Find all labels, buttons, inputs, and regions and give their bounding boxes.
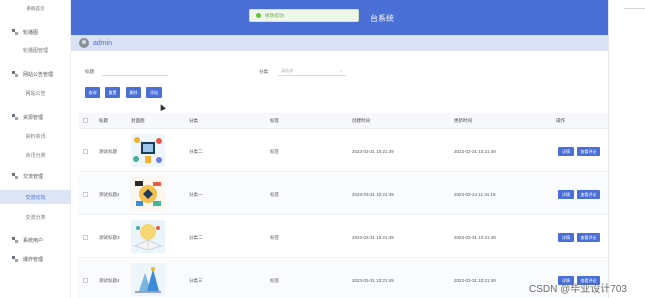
cover-image <box>131 263 165 296</box>
user-name[interactable]: admin <box>93 40 112 47</box>
column-header: 标题 <box>99 118 108 123</box>
row-checkbox[interactable] <box>83 235 88 240</box>
row-category: 分类二 <box>189 235 203 240</box>
sidebar-group-notice[interactable]: 网站公告管理 <box>0 67 71 81</box>
table-header: 标题 封面图 分类 标签 创建时间 更新时间 操作 <box>79 113 608 129</box>
sidebar-item-label: 系统用户 <box>23 237 44 244</box>
row-title: 测试标题 <box>99 149 117 154</box>
row-tag: 标签 <box>270 235 279 240</box>
table-row: 测试标题2 分类一 标签 2023-03-31 10:21:49 2023-03… <box>79 173 608 215</box>
column-header: 创建时间 <box>352 118 370 123</box>
reset-button[interactable]: 重置 <box>105 87 120 98</box>
sidebar-item-carousel-manage[interactable]: 轮播图管理 <box>0 43 71 57</box>
avatar[interactable] <box>79 38 89 48</box>
row-created-time: 2023-03-31 10:21:49 <box>352 235 394 240</box>
table-row: 测试标题 分类二 标签 2023-03-31 10:21:49 2023-03-… <box>79 130 608 172</box>
menu-grid-icon <box>12 256 18 262</box>
sidebar-group-exchange[interactable]: 交流管理 <box>0 169 71 183</box>
row-category: 分类二 <box>189 149 203 154</box>
category-label: 分类: <box>259 69 270 74</box>
column-header: 标签 <box>270 118 279 123</box>
menu-grid-icon <box>12 173 18 179</box>
toast-message: 修改成功! <box>265 12 285 18</box>
sidebar-item-notice[interactable]: 网站公告 <box>0 86 71 100</box>
row-tag: 标签 <box>270 149 279 154</box>
column-header: 分类 <box>189 118 198 123</box>
check-circle-icon <box>256 13 261 18</box>
sidebar-item-label: 爆炸管理 <box>23 256 44 263</box>
query-button[interactable]: 查询 <box>85 87 100 98</box>
row-title: 测试标题3 <box>99 235 120 240</box>
select-all-checkbox[interactable] <box>83 118 88 123</box>
row-title: 测试标题4 <box>99 278 120 283</box>
detail-button[interactable]: 详情 <box>558 147 574 156</box>
title-search-input[interactable] <box>102 66 168 76</box>
row-category: 分类三 <box>189 278 203 283</box>
chevron-down-icon: ⌄ <box>339 68 343 73</box>
row-checkbox[interactable] <box>83 149 88 154</box>
row-checkbox[interactable] <box>83 278 88 283</box>
sidebar-group-resource[interactable]: 资源管理 <box>0 110 71 124</box>
add-button[interactable]: 添加 <box>146 87 162 98</box>
sidebar-item-label: 交流管理 <box>23 173 44 180</box>
row-tag: 标签 <box>270 278 279 283</box>
table-row: 测试标题3 分类二 标签 2023-03-31 10:21:49 2023-03… <box>79 216 608 258</box>
sidebar-group-users[interactable]: 系统用户 <box>0 233 71 247</box>
menu-grid-icon <box>12 114 18 120</box>
divider <box>624 8 645 9</box>
row-category: 分类一 <box>189 192 203 197</box>
menu-grid-icon <box>12 71 18 77</box>
mouse-cursor-icon <box>158 103 166 111</box>
success-toast: 修改成功! <box>249 9 359 22</box>
row-updated-time: 2023-03-31 10:21:49 <box>454 278 496 283</box>
title-label: 标题: <box>85 69 96 74</box>
sidebar-group-carousel[interactable]: 轮播图 <box>0 25 71 39</box>
system-title: 台系统 <box>370 14 394 23</box>
sidebar: 系统首页 轮播图 轮播图管理 网站公告管理 网站公告 资源管理 资料资讯 资讯分… <box>0 0 71 298</box>
view-comments-button[interactable]: 查看评论 <box>577 147 600 156</box>
view-comments-button[interactable]: 查看评论 <box>577 190 600 199</box>
cover-image <box>131 134 165 167</box>
user-bar: admin <box>71 35 608 51</box>
row-created-time: 2023-03-31 10:21:49 <box>352 192 394 197</box>
sidebar-item-info-category[interactable]: 资讯分类 <box>0 148 71 162</box>
sidebar-group-blast[interactable]: 爆炸管理 <box>0 252 71 266</box>
column-header: 封面图 <box>131 118 145 123</box>
divider <box>608 0 609 298</box>
delete-button[interactable]: 删除 <box>126 87 141 98</box>
row-created-time: 2023-03-31 10:21:49 <box>352 278 394 283</box>
row-updated-time: 2023-03-24 11:31:19 <box>454 192 496 197</box>
cover-image <box>131 220 165 253</box>
sidebar-item-info[interactable]: 资料资讯 <box>0 129 71 143</box>
column-header: 更新时间 <box>454 118 472 123</box>
detail-button[interactable]: 详情 <box>558 233 574 242</box>
watermark: CSDN @毕业设计703 <box>529 284 627 295</box>
menu-grid-icon <box>12 29 18 35</box>
row-checkbox[interactable] <box>83 192 88 197</box>
sidebar-item-forum-category[interactable]: 交流分类 <box>0 210 71 224</box>
cover-image <box>131 177 165 210</box>
row-tag: 标签 <box>270 192 279 197</box>
row-updated-time: 2023-03-31 10:21:49 <box>454 149 496 154</box>
view-comments-button[interactable]: 查看评论 <box>577 233 600 242</box>
sidebar-item-label: 资源管理 <box>23 114 44 121</box>
menu-grid-icon <box>12 237 18 243</box>
row-created-time: 2023-03-31 10:21:49 <box>352 149 394 154</box>
sidebar-home-link[interactable]: 系统首页 <box>0 6 71 12</box>
column-header: 操作 <box>556 118 565 123</box>
sidebar-item-label: 网站公告管理 <box>23 71 54 78</box>
sidebar-item-forum[interactable]: 交流论坛 <box>0 190 71 204</box>
category-select[interactable]: 请选择 ⌄ <box>278 66 346 76</box>
detail-button[interactable]: 详情 <box>558 190 574 199</box>
row-title: 测试标题2 <box>99 192 120 197</box>
row-updated-time: 2023-03-31 10:21:49 <box>454 235 496 240</box>
category-placeholder: 请选择 <box>281 67 293 73</box>
sidebar-item-label: 轮播图 <box>23 29 39 36</box>
